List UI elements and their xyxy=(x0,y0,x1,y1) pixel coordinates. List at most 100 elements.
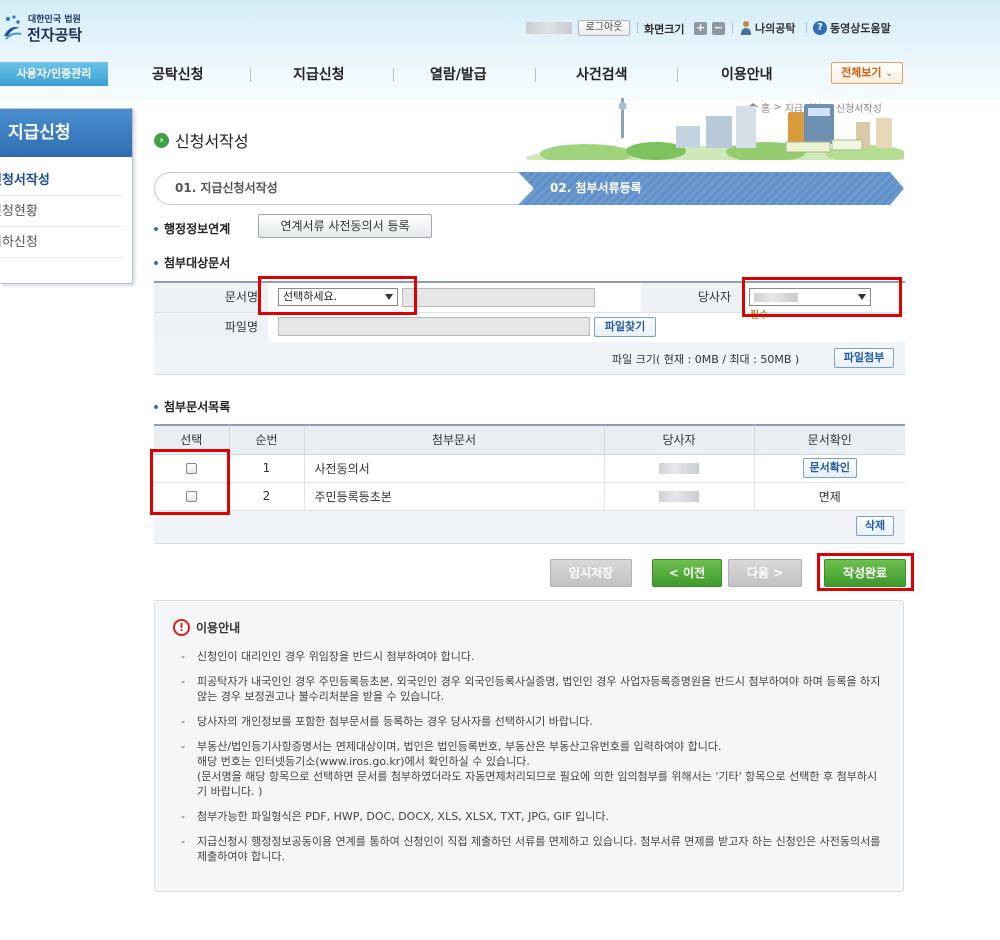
file-name-label: 파일명 xyxy=(154,313,268,342)
file-attach-button[interactable]: 파일첨부 xyxy=(834,348,894,368)
col-no: 순번 xyxy=(228,425,304,455)
col-party: 당사자 xyxy=(603,425,754,455)
col-confirm: 문서확인 xyxy=(753,425,905,455)
header-background xyxy=(0,0,1000,100)
row-no: 1 xyxy=(228,454,304,483)
doc-list-heading-text: 첨부문서목록 xyxy=(164,400,231,414)
doc-name-input[interactable] xyxy=(402,288,595,307)
gnb-divider xyxy=(535,68,536,82)
video-help-link[interactable]: ? 동영상도움말 xyxy=(813,20,891,36)
zoom-out-button[interactable]: − xyxy=(712,22,725,35)
my-work-label: 나의공탁 xyxy=(755,22,796,35)
help-icon: ? xyxy=(813,21,827,35)
row-party xyxy=(603,482,754,511)
table-row: 1 사전동의서 문서확인 xyxy=(154,454,905,483)
notice-item: 당사자의 개인정보를 포함한 첨부문서를 등록하는 경우 당사자를 선택하시기 … xyxy=(181,714,881,729)
notice-title: ! 이용안내 xyxy=(173,619,240,636)
logout-button[interactable]: 로그아웃 xyxy=(578,20,630,36)
bullet-icon xyxy=(154,226,158,231)
user-auth-button[interactable]: 사용자/인증관리 xyxy=(0,62,108,86)
left-nav-title: 지급신청 xyxy=(0,109,132,157)
party-name-blurred xyxy=(659,463,699,474)
left-nav-item-label: 신청서작성 xyxy=(0,173,50,188)
util-divider xyxy=(806,22,807,33)
video-help-label: 동영상도움말 xyxy=(830,22,891,35)
notice-item: 피공탁자가 내국인인 경우 주민등록등초본, 외국인인 경우 외국인등록사실증명… xyxy=(181,674,881,704)
delete-bar: 삭제 xyxy=(154,511,905,544)
left-nav: 지급신청 신청서작성 신청현황 취하신청 xyxy=(0,108,133,284)
all-view-label: 전체보기 xyxy=(841,66,882,79)
delete-button[interactable]: 삭제 xyxy=(856,516,894,536)
zoom-in-button[interactable]: + xyxy=(694,22,707,35)
table-row: 2 주민등록등초본 면제 xyxy=(154,482,905,511)
page-title-text: 신청서작성 xyxy=(175,132,249,151)
party-name-blurred xyxy=(659,491,699,502)
gnb-divider xyxy=(250,68,251,82)
row-doc: 사전동의서 xyxy=(303,454,604,483)
highlight-complete-button xyxy=(817,553,914,591)
highlight-checkboxes xyxy=(150,449,230,515)
gnb-divider xyxy=(677,68,678,82)
user-name-blurred xyxy=(526,22,572,34)
court-logo-icon xyxy=(4,15,22,40)
attach-form-heading-text: 첨부대상문서 xyxy=(164,256,231,270)
doc-name-label: 문서명 xyxy=(154,283,268,312)
row-doc: 주민등록등초본 xyxy=(303,482,604,511)
chevron-down-icon: ⌄ xyxy=(885,69,893,79)
all-view-button[interactable]: 전체보기 ⌄ xyxy=(831,62,903,84)
my-work-link[interactable]: 나의공탁 xyxy=(740,20,795,36)
highlight-party-select xyxy=(742,277,902,317)
left-nav-item-write[interactable]: 신청서작성 xyxy=(0,165,124,196)
notice-title-text: 이용안내 xyxy=(196,621,241,635)
left-nav-item-withdraw[interactable]: 취하신청 xyxy=(0,227,124,258)
util-divider xyxy=(732,22,733,33)
form-row-file: 파일명 파일찾기 xyxy=(154,313,905,343)
page-title: › 신청서작성 xyxy=(154,128,249,152)
temp-save-button[interactable]: 임시저장 xyxy=(550,559,632,587)
doc-confirm-button[interactable]: 문서확인 xyxy=(802,458,857,478)
gnb-payment-apply[interactable]: 지급신청 xyxy=(293,64,345,84)
file-name-input[interactable] xyxy=(278,317,590,336)
file-find-button[interactable]: 파일찾기 xyxy=(594,317,656,337)
gnb-case-search[interactable]: 사건검색 xyxy=(576,64,628,84)
file-size-bar: 파일 크기( 현재 : 0MB / 최대 : 50MB ) 파일첨부 xyxy=(154,342,905,375)
notice-list: 신청인이 대리인인 경우 위임장을 반드시 첨부하여야 합니다. 피공탁자가 내… xyxy=(181,649,881,874)
step-2: 02. 첨부서류등록 xyxy=(550,181,642,195)
warning-icon: ! xyxy=(173,619,190,636)
logo-big-text: 전자공탁 xyxy=(27,26,83,44)
table-header-row: 선택 순번 첨부문서 당사자 문서확인 xyxy=(154,425,905,455)
row-confirm: 면제 xyxy=(753,482,905,511)
row-no: 2 xyxy=(228,482,304,511)
step-1: 01. 지급신청서작성 xyxy=(154,172,534,205)
admin-link-heading: 행정정보연계 xyxy=(154,220,230,237)
row-confirm: 문서확인 xyxy=(753,454,905,483)
gnb-divider xyxy=(393,68,394,82)
zoom-label: 화면크기 xyxy=(644,23,685,36)
logo[interactable]: 대한민국 법원 전자공탁 xyxy=(0,8,100,48)
left-nav-item-label: 취하신청 xyxy=(0,235,38,250)
gnb-guide[interactable]: 이용안내 xyxy=(721,64,773,84)
gnb-view-issue[interactable]: 열람/발급 xyxy=(430,64,487,84)
highlight-doc-select xyxy=(258,276,417,315)
step-indicator: 01. 지급신청서작성 02. 첨부서류등록 xyxy=(154,172,904,205)
attach-form-heading: 첨부대상문서 xyxy=(154,254,230,271)
notice-item: 신청인이 대리인인 경우 위임장을 반드시 첨부하여야 합니다. xyxy=(181,649,881,664)
prev-button[interactable]: < 이전 xyxy=(652,559,722,587)
consent-register-button[interactable]: 연계서류 사전동의서 등록 xyxy=(258,214,432,238)
doc-list-table: 선택 순번 첨부문서 당사자 문서확인 1 사전동의서 문서확인 2 주민등록등… xyxy=(154,424,905,511)
file-name-cell: 파일찾기 xyxy=(268,313,905,342)
util-divider xyxy=(637,22,638,33)
city-illustration xyxy=(526,98,904,160)
notice-box: ! 이용안내 신청인이 대리인인 경우 위임장을 반드시 첨부하여야 합니다. … xyxy=(154,600,904,892)
col-doc: 첨부문서 xyxy=(303,425,604,455)
next-button[interactable]: 다음 > xyxy=(728,559,802,587)
notice-item: 첨부가능한 파일형식은 PDF, HWP, DOC, DOCX, XLS, XL… xyxy=(181,809,881,824)
file-size-text: 파일 크기( 현재 : 0MB / 최대 : 50MB ) xyxy=(612,353,800,366)
left-nav-item-label: 신청현황 xyxy=(0,204,38,219)
left-nav-item-status[interactable]: 신청현황 xyxy=(0,196,124,227)
gnb-deposit-apply[interactable]: 공탁신청 xyxy=(152,64,204,84)
bullet-icon xyxy=(154,404,158,409)
person-icon xyxy=(740,21,752,35)
party-label: 당사자 xyxy=(641,283,741,312)
bullet-icon xyxy=(154,260,158,265)
